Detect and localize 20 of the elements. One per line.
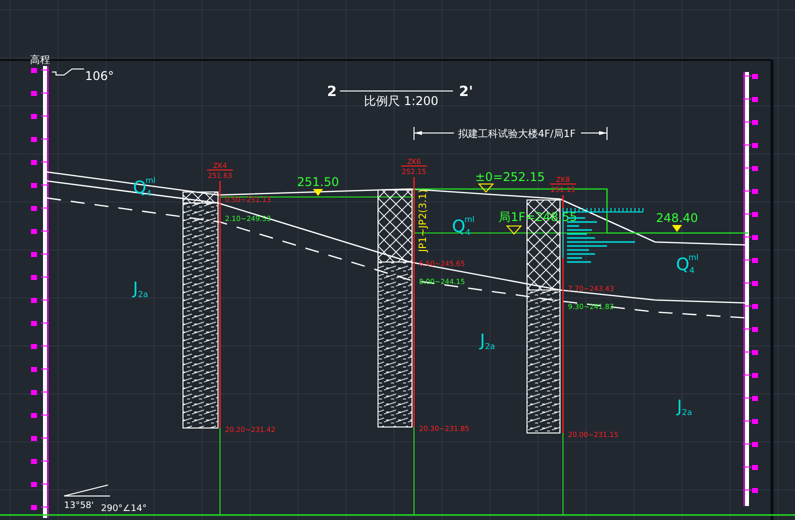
level-marker-icon (313, 189, 323, 196)
section-end-label: 2' (459, 84, 474, 100)
elevation-label: 248.40 (656, 211, 698, 225)
stratum-label: J$_{2a}$ (133, 279, 148, 299)
bearing-label: 106° (85, 69, 114, 83)
building-label: 拟建工科试验大楼4F/局1F (458, 129, 576, 140)
elevation-label: ±0=252.15 (475, 170, 545, 184)
level-marker-icon (672, 225, 682, 232)
level-marker-icon (506, 226, 522, 235)
elevation-axis-title: 高程 (30, 55, 50, 66)
section-start-label: 2 (327, 84, 337, 100)
stratum-label: J$_{2a}$ (480, 331, 496, 351)
dip-attitude-label: 290°∠14° (101, 504, 147, 514)
dip-angle-label: 13°58' (64, 501, 94, 511)
scale-label: 比例尺 1:200 (364, 94, 438, 108)
stratum-label: J$_{2a}$ (677, 397, 692, 417)
elevation-label: 251.50 (297, 175, 339, 189)
pile-label: JP1~JP2(3.1) (418, 189, 429, 252)
level-marker-icon (478, 184, 494, 193)
dip-line (64, 484, 108, 496)
